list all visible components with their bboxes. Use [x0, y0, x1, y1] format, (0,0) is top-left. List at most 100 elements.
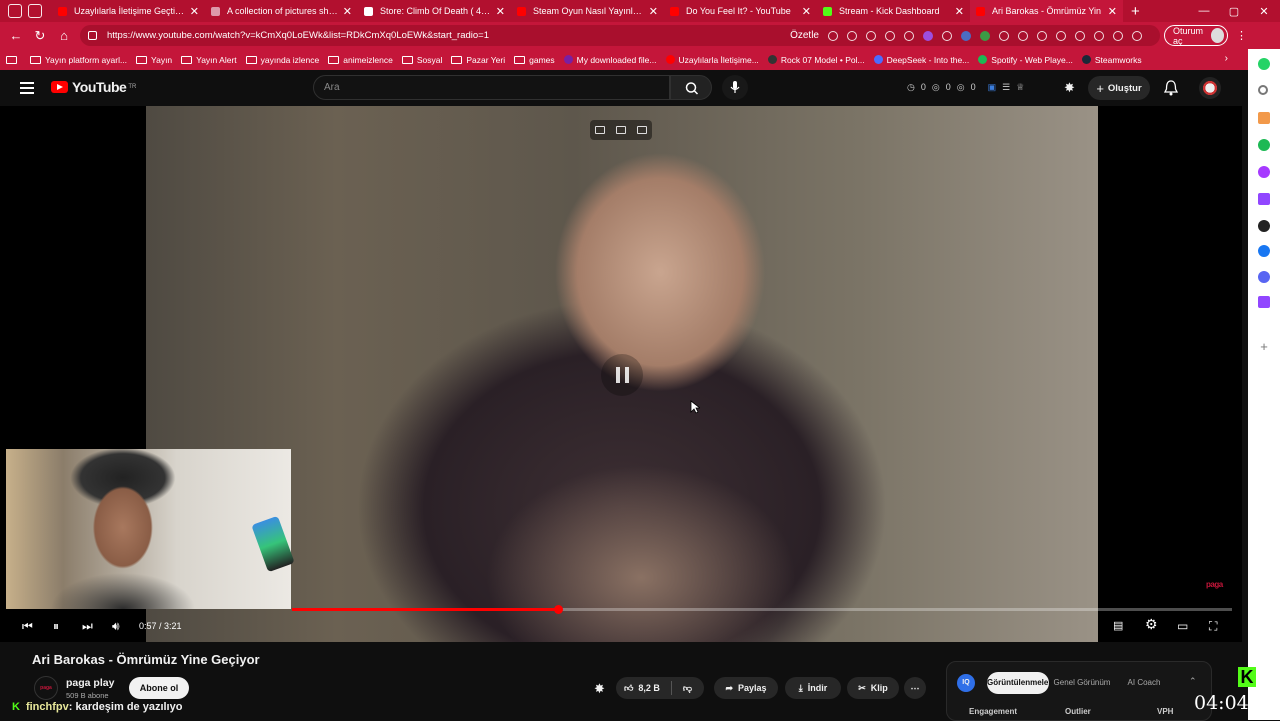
edit-icon[interactable]	[636, 126, 647, 134]
search-input[interactable]: Ara	[313, 75, 670, 100]
summary-button[interactable]: Özetle	[790, 30, 819, 41]
previous-icon[interactable]: ⏮	[22, 618, 33, 634]
browser-tab[interactable]: Steam Oyun Nasıl Yayınlanır? | S ✕	[511, 0, 664, 22]
theater-mode-icon[interactable]: ▭	[1177, 618, 1188, 634]
twitch-icon[interactable]	[1258, 193, 1270, 205]
gift-icon[interactable]: ✸	[594, 681, 605, 697]
bookmark-folder[interactable]: Pazar Yeri	[451, 55, 505, 65]
extension-green-icon[interactable]	[980, 30, 990, 41]
bookmark-link[interactable]: DeepSeek - Into the...	[873, 55, 969, 65]
bookmarks-overflow-icon[interactable]: ›	[1225, 53, 1228, 64]
browser-tab[interactable]: Uzaylılarla İletişime Geçtim - Yo ✕	[52, 0, 205, 22]
next-icon[interactable]: ⏭	[82, 618, 93, 634]
more-actions-button[interactable]: ⋯	[904, 677, 926, 699]
clip-button[interactable]: ✂ Klip	[847, 677, 899, 699]
tab-close-icon[interactable]: ✕	[649, 5, 658, 18]
shop-icon[interactable]	[1258, 112, 1270, 124]
browser-tab[interactable]: Do You Feel It? - YouTube ✕	[664, 0, 817, 22]
downloads-icon[interactable]	[1113, 30, 1123, 41]
lock-icon[interactable]	[88, 31, 97, 40]
translate-icon[interactable]	[847, 30, 857, 41]
bookmark-link[interactable]: Steamworks	[1081, 55, 1142, 65]
extension-sync-icon[interactable]	[1056, 30, 1066, 41]
bookmark-folder[interactable]: Yayın Alert	[181, 55, 237, 65]
bookmark-link[interactable]: Uzaylılarla İletişime...	[665, 55, 759, 65]
notifications-bell-icon[interactable]	[1164, 80, 1178, 96]
bookmark-link[interactable]: My downloaded file...	[563, 55, 657, 65]
subscribe-button[interactable]: Abone ol	[129, 677, 189, 699]
home-icon[interactable]: ⌂	[52, 28, 76, 43]
close-window-icon[interactable]: ✕	[1248, 0, 1280, 22]
bookmark-folder[interactable]: Sosyal	[401, 55, 442, 65]
bookmark-link[interactable]: Rock 07 Model • Pol...	[767, 55, 865, 65]
extension-grey-icon[interactable]	[1018, 30, 1028, 41]
browser-tab[interactable]: Store: Climb Of Death ( 404441C ✕	[358, 0, 511, 22]
whatsapp-icon[interactable]	[1258, 58, 1270, 70]
channel-name[interactable]: paga play	[66, 677, 114, 689]
tab-views[interactable]: Görüntülenmeler	[987, 672, 1051, 694]
tab-close-icon[interactable]: ✕	[955, 5, 964, 18]
list-icon[interactable]: ☰	[1002, 82, 1010, 93]
extension-purple-icon[interactable]	[923, 30, 933, 41]
video-player[interactable]: paga ⏮ ⏸ ⏭ 🔊︎ 0:57 / 3:21 ▤ ⚙ ▭ ⛶	[0, 106, 1242, 642]
bookmark-star-icon[interactable]	[904, 30, 914, 41]
extension-puzzle-icon[interactable]	[1037, 30, 1047, 41]
reload-icon[interactable]: ↻	[28, 28, 52, 44]
extension-blue-icon[interactable]	[961, 30, 971, 41]
bookmark-folder[interactable]: yayında izlence	[245, 55, 319, 65]
pip-icon[interactable]	[595, 126, 606, 134]
facebook-icon[interactable]	[1258, 245, 1270, 257]
workspaces-icon[interactable]	[8, 4, 22, 18]
tab-close-icon[interactable]: ✕	[190, 5, 199, 18]
volume-icon[interactable]: 🔊︎	[112, 618, 120, 634]
pause-overlay-icon[interactable]	[601, 354, 643, 396]
youtube-logo[interactable]: YouTube TR	[51, 79, 136, 95]
tab-ai-coach[interactable]: AI Coach	[1119, 672, 1169, 694]
favorites-icon[interactable]	[1075, 30, 1085, 41]
search-button[interactable]	[670, 75, 712, 100]
gift-icon[interactable]: ✸	[1064, 80, 1075, 96]
url-field[interactable]: https://www.youtube.com/watch?v=kCmXq0Lo…	[80, 25, 1160, 46]
bookmark-folder[interactable]: games	[514, 55, 555, 65]
minimize-icon[interactable]: —	[1188, 0, 1220, 22]
twitch-alt-icon[interactable]	[1258, 296, 1270, 308]
signin-button[interactable]: Oturum aç	[1164, 25, 1228, 46]
pause-icon[interactable]: ⏸	[53, 618, 59, 634]
browser-tab[interactable]: A collection of pictures showcas ✕	[205, 0, 358, 22]
browser-tab[interactable]: Stream - Kick Dashboard ✕	[817, 0, 970, 22]
bookmark-folder[interactable]: Yayın	[136, 55, 172, 65]
bookmark-folder[interactable]: Yayın platform ayarl...	[30, 55, 127, 65]
browser-tab[interactable]: Ari Barokas - Ömrümüz Yin ✕	[970, 0, 1123, 22]
music-icon[interactable]	[1258, 220, 1270, 232]
voice-search-button[interactable]	[722, 75, 748, 100]
thumbs-down-icon[interactable]: 👎︎	[683, 683, 692, 694]
account-avatar[interactable]	[1199, 77, 1221, 99]
tab-close-icon[interactable]: ✕	[496, 5, 505, 18]
menu-icon[interactable]	[20, 82, 34, 97]
vpn-icon[interactable]	[866, 30, 876, 41]
subtitles-icon[interactable]: ▤	[1113, 618, 1123, 634]
snapshot-icon[interactable]	[828, 30, 838, 41]
extension-download-icon[interactable]	[999, 30, 1009, 41]
camera-icon[interactable]	[1132, 30, 1142, 41]
maximize-icon[interactable]: ▢	[1218, 0, 1250, 22]
download-button[interactable]: ⤓ İndir	[785, 677, 841, 699]
channel-avatar[interactable]: paga	[34, 676, 58, 700]
extension-icon[interactable]: ▣	[988, 82, 997, 93]
progress-bar[interactable]	[292, 605, 1232, 614]
bookmark-link[interactable]: Spotify - Web Playe...	[978, 55, 1073, 65]
progress-scrubber[interactable]	[554, 605, 564, 614]
settings-gear-icon[interactable]: ⚙	[1145, 616, 1158, 632]
collapse-chevron-icon[interactable]: ⌃	[1189, 676, 1197, 687]
create-button[interactable]: + Oluştur	[1088, 76, 1150, 100]
fullscreen-icon[interactable]: ⛶	[1209, 618, 1217, 634]
adblock-icon[interactable]	[885, 30, 895, 41]
browser-menu-icon[interactable]: ⋮	[1236, 29, 1247, 42]
like-button[interactable]: 👍︎ 8,2 B	[624, 683, 660, 694]
new-tab-icon[interactable]: +	[1131, 3, 1140, 20]
tab-close-icon[interactable]: ✕	[343, 5, 352, 18]
messenger-icon[interactable]	[1258, 166, 1270, 178]
tab-menu-icon[interactable]	[28, 4, 42, 18]
extension-wave-icon[interactable]	[942, 30, 952, 41]
miniplayer-icon[interactable]	[615, 126, 626, 134]
